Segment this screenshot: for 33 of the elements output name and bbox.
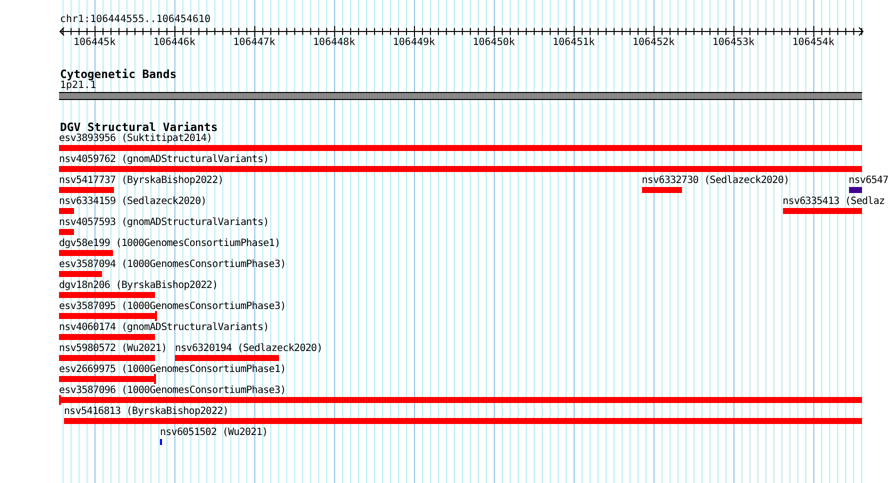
variant-label: nsv6051502 (Wu2021) (160, 427, 268, 439)
variant-label: nsv5416813 (ByrskaBishop2022) (64, 406, 228, 418)
variant-label: esv3587096 (1000GenomesConsortiumPhase3) (59, 385, 286, 397)
tick-label: 106451k (552, 37, 595, 48)
variant-label: nsv6320194 (Sedlazeck2020) (174, 343, 322, 355)
tick-label: 106450k (472, 37, 515, 48)
variant-label: nsv6334159 (Sedlazeck2020) (59, 196, 206, 208)
variant-label: esv3893956 (Suktitipat2014) (59, 133, 212, 145)
tick-label: 106447k (233, 37, 276, 48)
variant-label: nsv6547 (848, 175, 888, 187)
variant-label: nsv5980572 (Wu2021) (59, 343, 167, 355)
variant-label: esv3587094 (1000GenomesConsortiumPhase3) (59, 259, 286, 271)
variant-label: nsv6332730 (Sedlazeck2020) (642, 175, 790, 187)
variant-label: dgv18n206 (ByrskaBishop2022) (59, 280, 218, 292)
tick-label: 106448k (313, 37, 356, 48)
variant-label: nsv6335413 (Sedlaz (782, 196, 885, 208)
track-title: Cytogenetic Bands (59, 68, 178, 80)
variant-label: dgv58e199 (1000GenomesConsortiumPhase1) (59, 238, 280, 250)
variant-label: nsv5417737 (ByrskaBishop2022) (59, 175, 224, 187)
variant-label: esv3587095 (1000GenomesConsortiumPhase3) (59, 301, 286, 313)
location-label: chr1:106444555..106454610 (59, 14, 212, 26)
band-label: 1p21.1 (59, 80, 96, 92)
tick-label: 106449k (392, 37, 436, 48)
variant-label: nsv4059762 (gnomADStructuralVariants) (59, 154, 269, 166)
variant-label: nsv4060174 (gnomADStructuralVariants) (59, 322, 269, 334)
tick-label: 106454k (792, 37, 834, 48)
tick-label: 106453k (712, 37, 754, 48)
tick-label: 106445k (73, 37, 116, 48)
track-title: DGV Structural Variants (60, 121, 219, 133)
tick-label: 106446k (153, 37, 196, 48)
variant-label: nsv4057593 (gnomADStructuralVariants) (59, 217, 269, 229)
variant-label: esv2669975 (1000GenomesConsortiumPhase1) (59, 364, 286, 376)
tick-label: 106452k (632, 37, 675, 48)
